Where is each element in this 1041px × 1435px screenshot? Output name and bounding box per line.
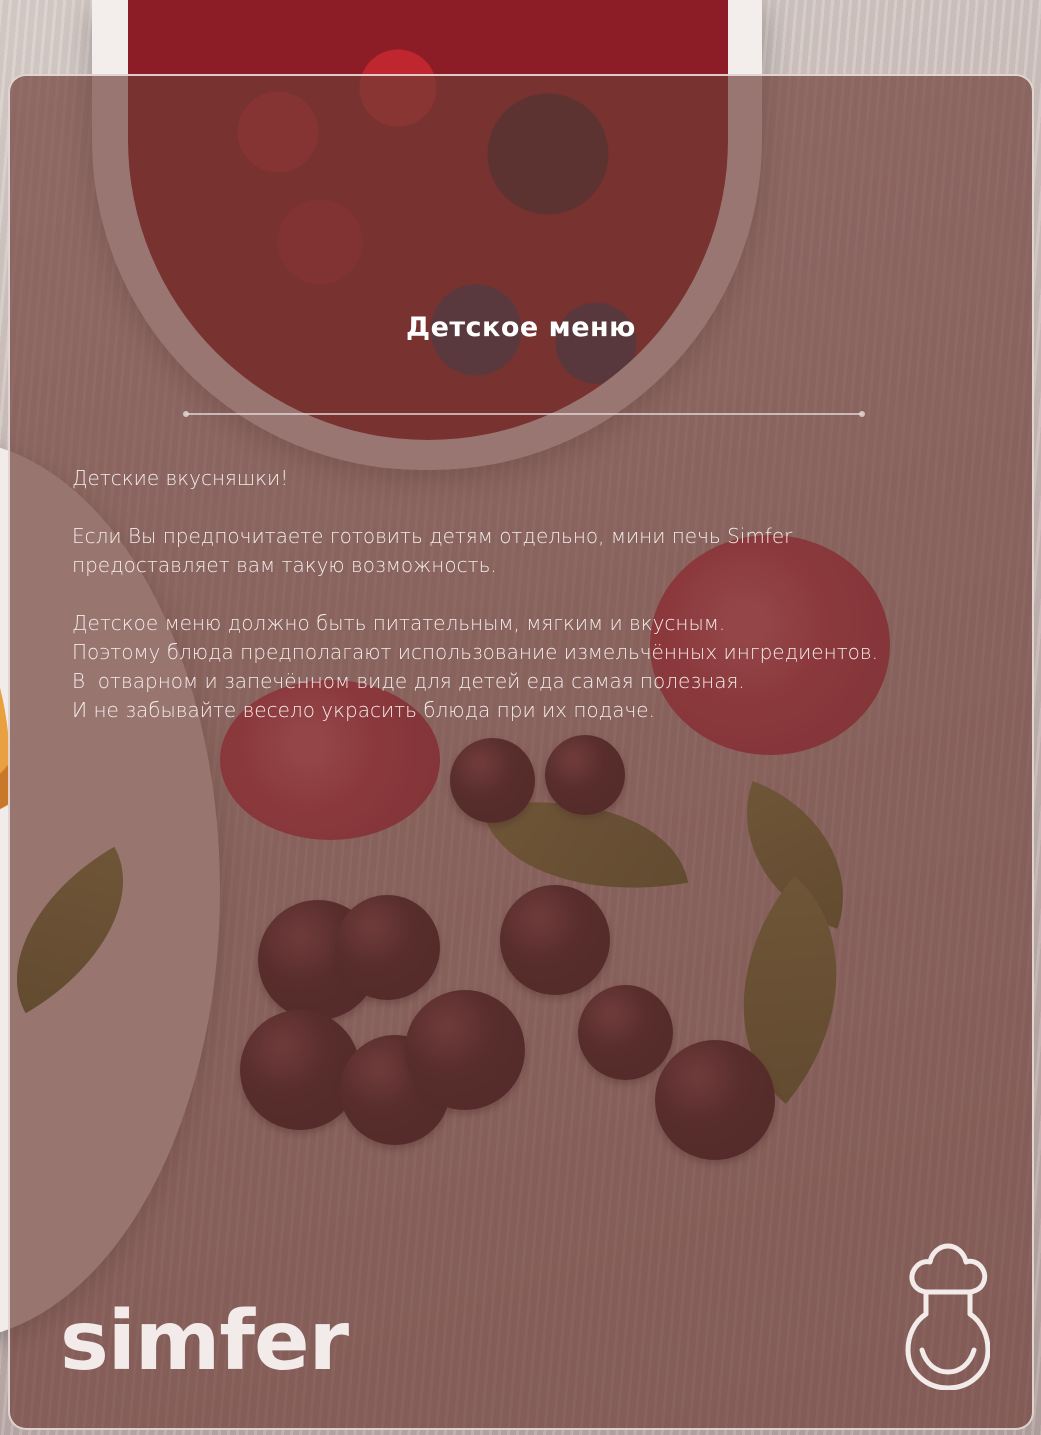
paragraph: Если Вы предпочитаете готовить детям отд…: [72, 522, 1012, 580]
paragraph: Детские вкусняшки!: [72, 464, 1012, 493]
text-line: Детское меню должно быть питательным, мя…: [72, 611, 726, 635]
content-card: Детское меню Детские вкусняшки! Если Вы …: [8, 74, 1034, 1430]
description-text: Детские вкусняшки! Если Вы предпочитаете…: [72, 464, 1012, 754]
text-line: Если Вы предпочитаете готовить детям отд…: [72, 524, 793, 548]
chef-hat-icon: [905, 1243, 990, 1390]
text-line: И не забывайте весело украсить блюда при…: [72, 698, 655, 722]
simfer-logo: simfer: [60, 1294, 349, 1389]
page-title: Детское меню: [406, 312, 636, 343]
text-line: Поэтому блюда предполагают использование…: [72, 640, 878, 664]
text-line: Детские вкусняшки!: [72, 466, 289, 490]
text-line: предоставляет вам такую возможность.: [72, 553, 497, 577]
text-line: В отварном и запечённом виде для детей е…: [72, 669, 745, 693]
paragraph: Детское меню должно быть питательным, мя…: [72, 609, 1012, 725]
title-divider: [183, 411, 865, 417]
